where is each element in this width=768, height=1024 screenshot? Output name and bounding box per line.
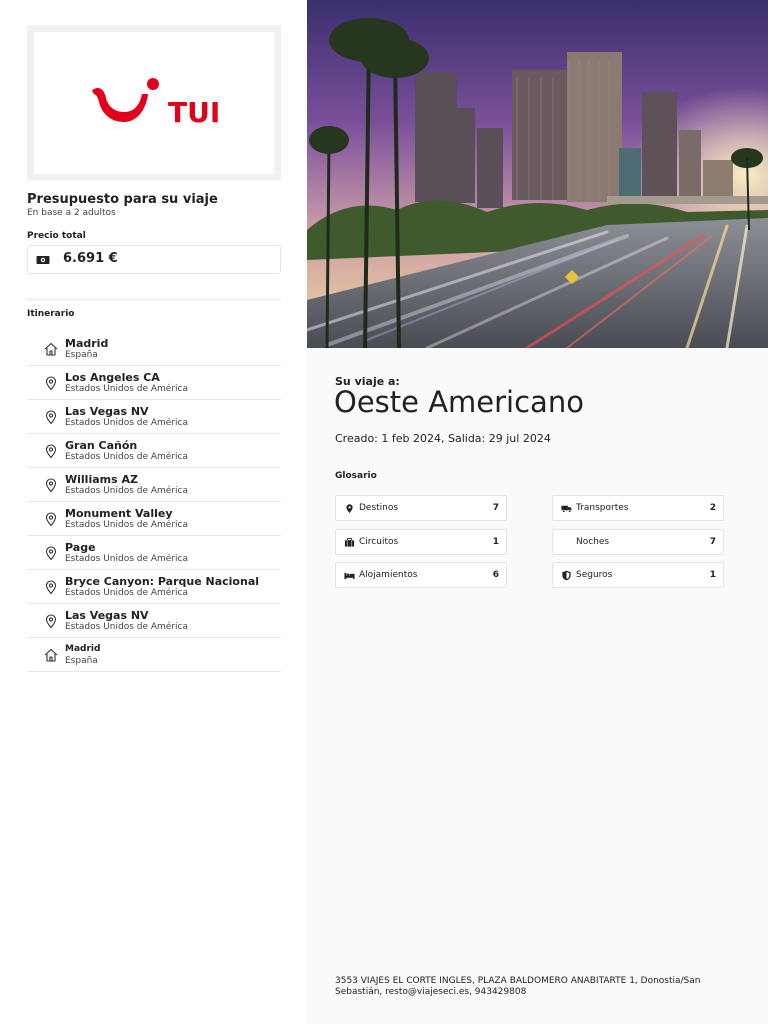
itinerary-city: Las Vegas NV [65, 405, 149, 418]
moon-icon [562, 538, 569, 547]
shield-icon [562, 570, 571, 581]
money-bill-icon [36, 256, 50, 264]
location-pin-icon [45, 546, 57, 561]
itinerary-item: Las Vegas NV Estados Unidos de América [27, 400, 281, 434]
itinerary-country: España [65, 350, 98, 360]
itinerary-country: Estados Unidos de América [65, 452, 188, 462]
itinerary-item: Bryce Canyon: Parque Nacional Estados Un… [27, 570, 281, 604]
quote-title: Presupuesto para su viaje [27, 192, 218, 207]
home-icon [44, 648, 58, 662]
glossary-count: 2 [709, 503, 716, 513]
itinerary-city: Gran Cañón [65, 439, 138, 452]
tui-logo: TUI [92, 78, 220, 129]
location-pin-icon [45, 614, 57, 629]
glossary-count: 6 [492, 570, 499, 580]
location-pin-icon [45, 512, 57, 527]
itinerary-city: Monument Valley [65, 507, 173, 520]
itinerary-item: Page Estados Unidos de América [27, 536, 281, 570]
glossary-name: Seguros [576, 570, 613, 580]
location-pin-icon [346, 504, 353, 514]
glossary-name: Alojamientos [359, 570, 418, 580]
itinerary-label: Itinerario [27, 309, 75, 319]
itinerary-item: Monument Valley Estados Unidos de Améric… [27, 502, 281, 536]
glossary-count: 1 [709, 570, 716, 580]
agency-footer: 3553 VIAJES EL CORTE INGLES, PLAZA BALDO… [335, 976, 701, 997]
itinerary-item: Williams AZ Estados Unidos de América [27, 468, 281, 502]
trip-dates: Creado: 1 feb 2024, Salida: 29 jul 2024 [335, 432, 551, 445]
logo-container: TUI [34, 32, 274, 174]
trip-title: Oeste Americano [334, 385, 584, 419]
divider [27, 298, 281, 301]
glossary-label: Glosario [335, 471, 377, 481]
itinerary-country: España [65, 656, 98, 666]
glossary-card-seguros: Seguros 1 [552, 562, 724, 588]
itinerary-city: Williams AZ [65, 473, 138, 486]
itinerary-country: Estados Unidos de América [65, 554, 188, 564]
itinerary-city: Las Vegas NV [65, 609, 149, 622]
itinerary-item: Madrid España [27, 332, 281, 366]
location-pin-icon [45, 478, 57, 493]
glossary-count: 7 [492, 503, 499, 513]
glossary-name: Destinos [359, 503, 399, 513]
itinerary-item: Gran Cañón Estados Unidos de América [27, 434, 281, 468]
price-label: Precio total [27, 231, 86, 241]
glossary-card-destinos: Destinos 7 [335, 495, 507, 521]
logo-frame: TUI [27, 25, 281, 181]
luggage-icon [344, 537, 355, 547]
glossary-card-noches: Noches 7 [552, 529, 724, 555]
itinerary-country: Estados Unidos de América [65, 486, 188, 496]
itinerary-city: Madrid [65, 337, 109, 350]
itinerary-city: Bryce Canyon: Parque Nacional [65, 575, 260, 588]
home-icon [44, 342, 58, 356]
itinerary-city: Madrid [65, 644, 101, 654]
itinerary-item: Los Angeles CA Estados Unidos de América [27, 366, 281, 400]
quote-subtitle: En base a 2 adultos [27, 208, 116, 218]
glossary-name: Noches [576, 537, 610, 547]
itinerary-item: Las Vegas NV Estados Unidos de América [27, 604, 281, 638]
location-pin-icon [45, 410, 57, 425]
right-panel: Su viaje a: Oeste Americano Creado: 1 fe… [307, 0, 768, 1024]
price-value: 6.691 € [63, 251, 118, 266]
truck-icon [561, 505, 572, 513]
itinerary-country: Estados Unidos de América [65, 588, 188, 598]
glossary-name: Transportes [576, 503, 629, 513]
hero-image [307, 0, 768, 348]
itinerary-country: Estados Unidos de América [65, 384, 188, 394]
itinerary-country: Estados Unidos de América [65, 520, 188, 530]
glossary-card-circuitos: Circuitos 1 [335, 529, 507, 555]
glossary-count: 7 [709, 537, 716, 547]
location-pin-icon [45, 580, 57, 595]
location-pin-icon [45, 444, 57, 459]
svg-text:TUI: TUI [168, 96, 220, 129]
location-pin-icon [45, 376, 57, 391]
itinerary-city: Page [65, 541, 96, 554]
itinerary-item: Madrid España [27, 638, 281, 672]
itinerary-country: Estados Unidos de América [65, 622, 188, 632]
price-box: 6.691 € [27, 245, 281, 274]
left-panel: TUI Presupuesto para su viaje En base a … [0, 0, 307, 1024]
itinerary-city: Los Angeles CA [65, 371, 160, 384]
itinerary-list: Madrid España Los Angeles CA Estados Uni… [27, 332, 281, 672]
glossary-card-transportes: Transportes 2 [552, 495, 724, 521]
itinerary-country: Estados Unidos de América [65, 418, 188, 428]
glossary-card-alojamientos: Alojamientos 6 [335, 562, 507, 588]
glossary-count: 1 [492, 537, 499, 547]
bed-icon [344, 572, 355, 580]
glossary-name: Circuitos [359, 537, 399, 547]
